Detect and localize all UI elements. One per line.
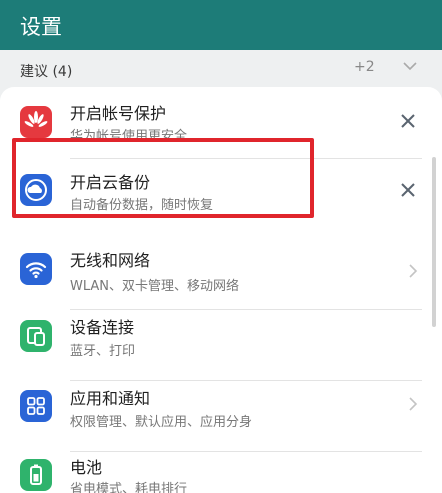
apps-grid-icon: [20, 390, 52, 422]
chevron-right-icon: [409, 397, 418, 411]
chevron-down-icon[interactable]: [402, 58, 418, 74]
wifi-icon: [20, 253, 52, 285]
page-title: 设置: [20, 15, 62, 39]
scrollbar[interactable]: [432, 157, 436, 327]
item-title: 开启帐号保护: [70, 104, 167, 123]
menu-item-apps-notifications[interactable]: 应用和通知 权限管理、默认应用、应用分身: [0, 381, 442, 451]
device-connection-icon: [20, 320, 52, 352]
app-header: 设置: [0, 0, 442, 50]
huawei-logo-icon: [20, 106, 52, 138]
item-title: 电池: [70, 458, 103, 477]
item-title: 设备连接: [70, 318, 135, 337]
highlight-box: [12, 138, 314, 218]
item-subtitle: 蓝牙、打印: [70, 344, 136, 359]
item-subtitle: WLAN、双卡管理、移动网络: [70, 279, 240, 294]
battery-icon: [20, 459, 52, 491]
item-title: 应用和通知: [70, 389, 151, 408]
suggestions-bar[interactable]: 建议 (4) +2: [0, 50, 442, 86]
menu-item-battery[interactable]: 电池 省电模式、耗电排行: [0, 452, 442, 493]
suggestions-more-count: +2: [354, 59, 375, 75]
suggestions-label: 建议 (4): [20, 64, 73, 80]
item-subtitle: 省电模式、耗电排行: [70, 482, 188, 493]
chevron-right-icon: [409, 264, 418, 278]
item-title: 无线和网络: [70, 251, 151, 270]
item-subtitle: 权限管理、默认应用、应用分身: [70, 415, 253, 430]
menu-item-device-connection[interactable]: 设备连接 蓝牙、打印: [0, 310, 442, 380]
close-icon[interactable]: [399, 181, 417, 199]
close-icon[interactable]: [399, 112, 417, 130]
menu-item-wireless-network[interactable]: 无线和网络 WLAN、双卡管理、移动网络: [0, 229, 442, 309]
